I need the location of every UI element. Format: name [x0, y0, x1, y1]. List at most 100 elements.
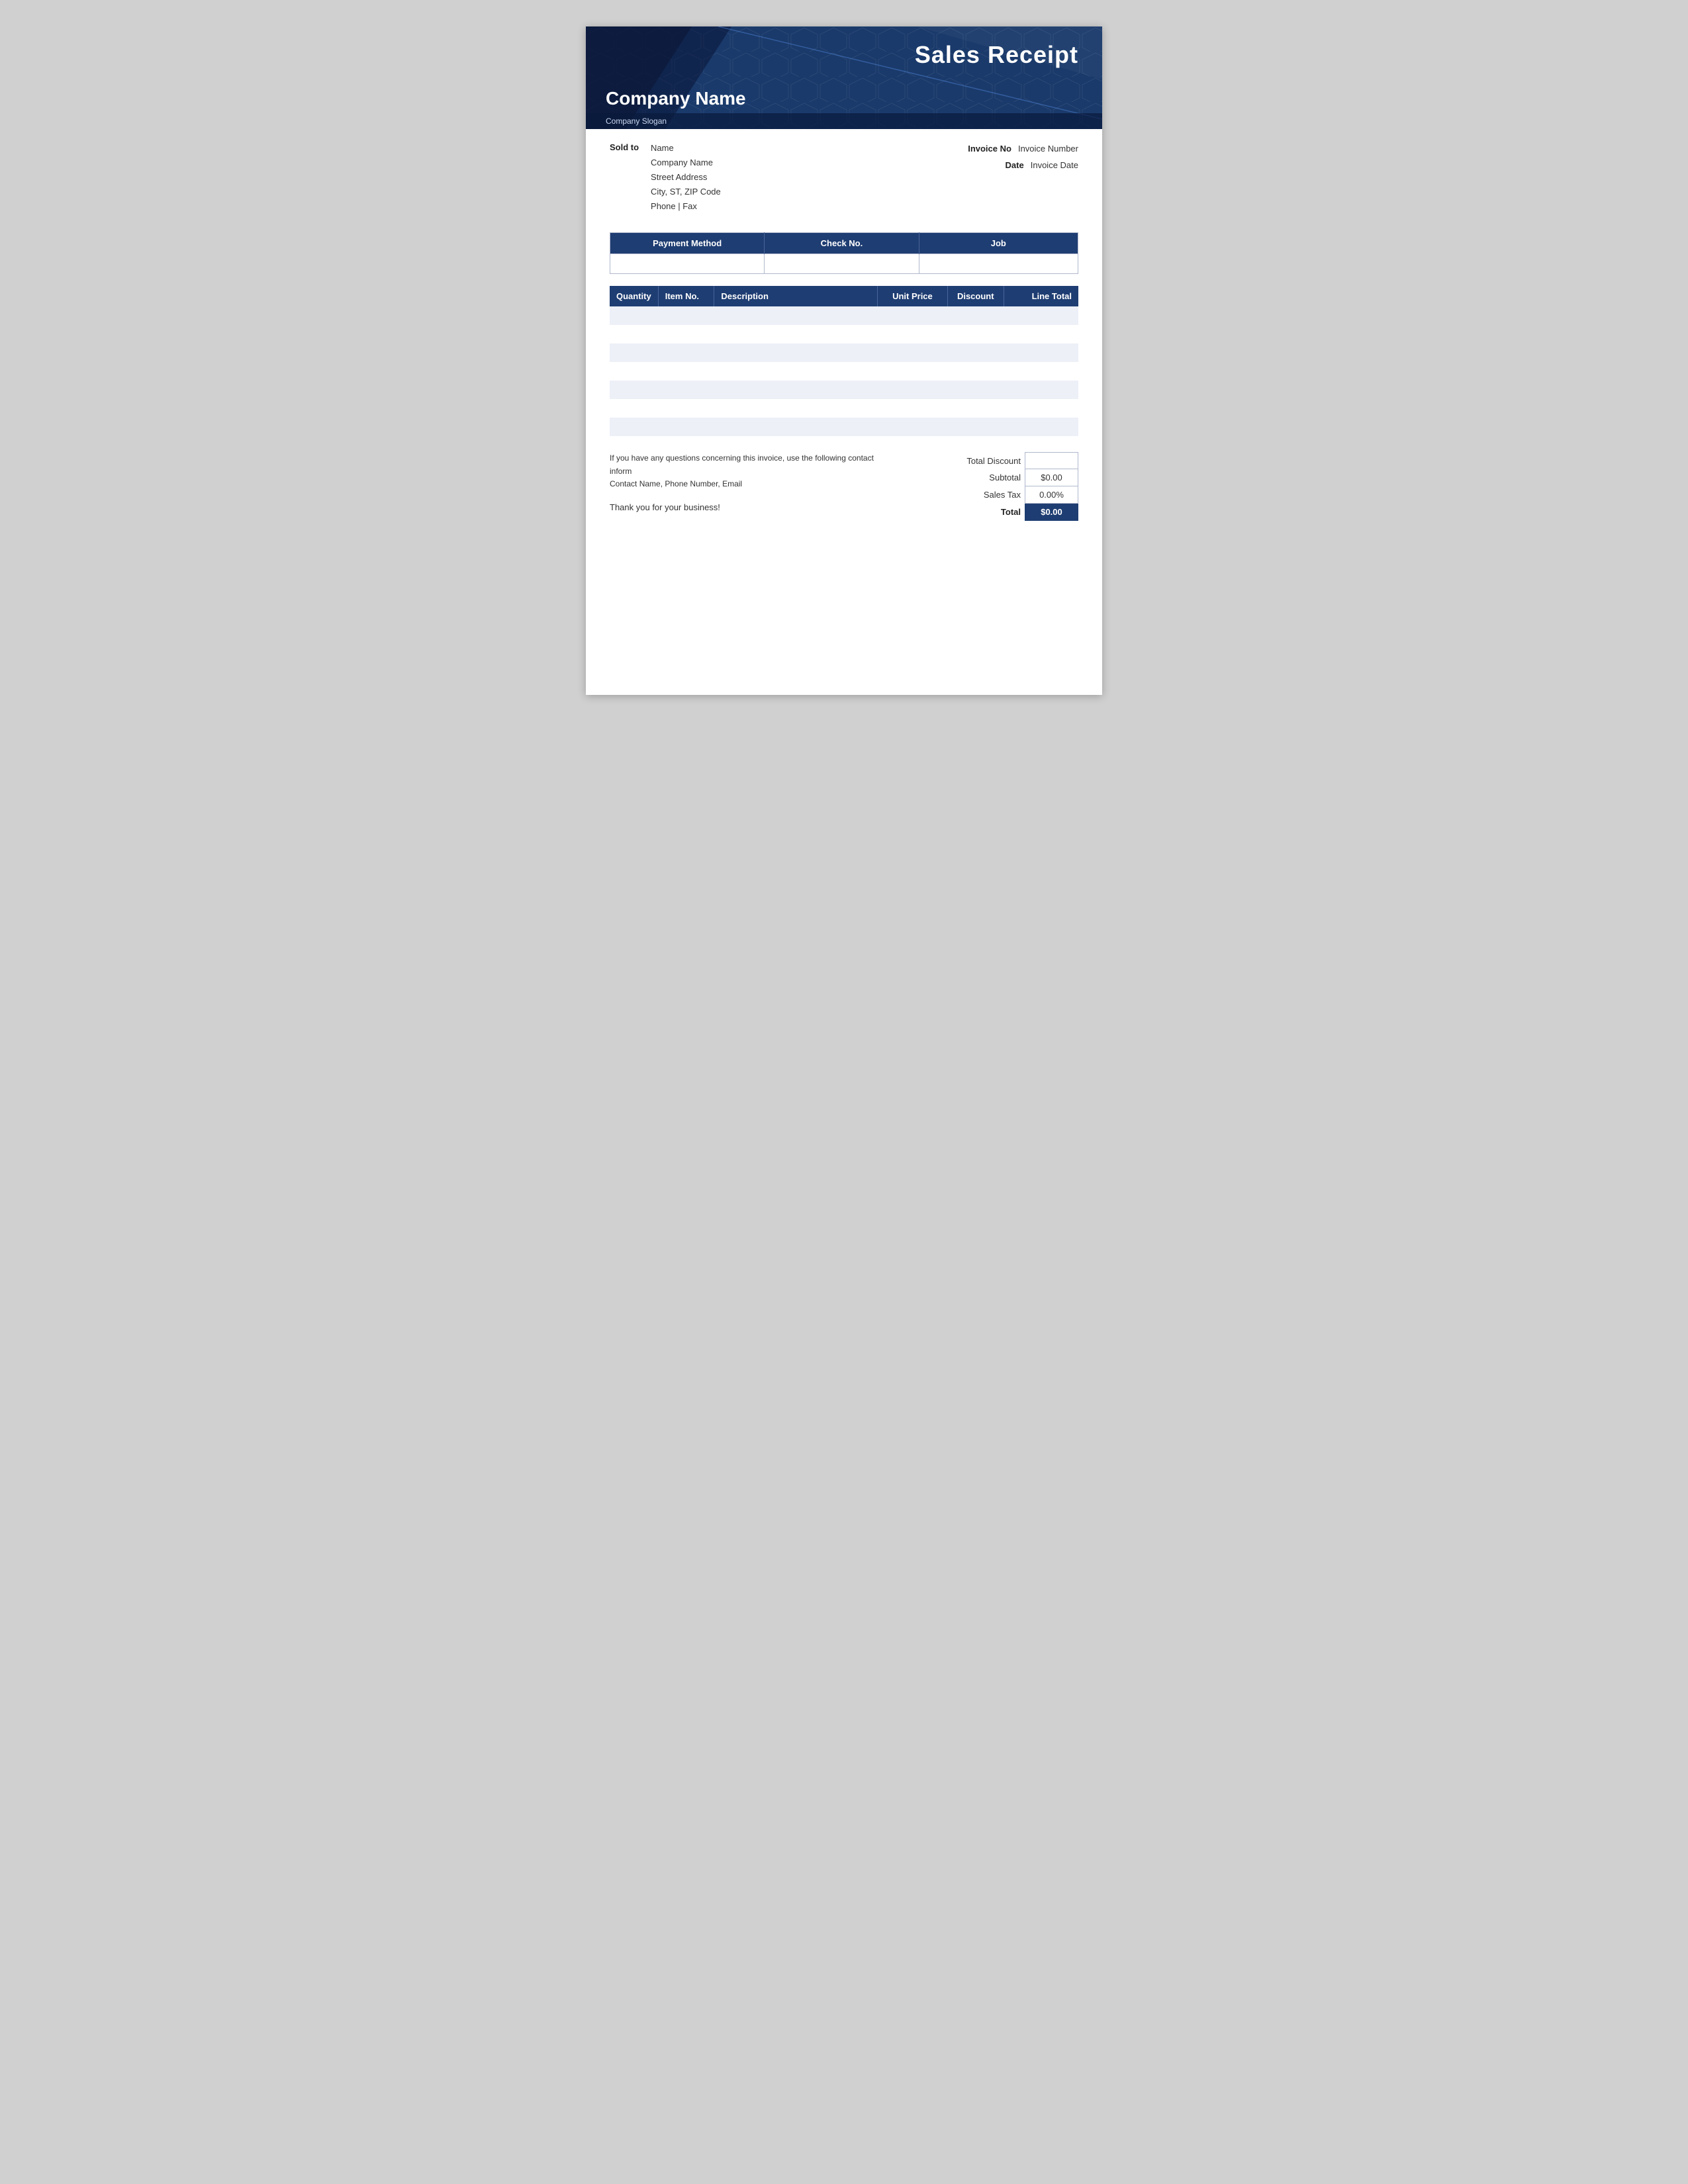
item-cell-5-2: [714, 399, 878, 418]
linetotal-header: Line Total: [1004, 286, 1078, 306]
item-cell-3-5: [1004, 362, 1078, 381]
tax-label: Sales Tax: [960, 486, 1025, 504]
item-cell-4-3: [878, 381, 948, 399]
contact-street: Street Address: [651, 170, 721, 185]
item-row-0: [610, 306, 1078, 325]
totals-table: Total Discount Subtotal $0.00 Sales Tax …: [960, 452, 1078, 521]
check-no-header: Check No.: [765, 233, 919, 254]
invoice-date-row: Date Invoice Date: [968, 158, 1078, 174]
item-cell-2-5: [1004, 343, 1078, 362]
info-section: Sold to Name Company Name Street Address…: [586, 129, 1102, 220]
subtotal-value: $0.00: [1025, 469, 1078, 486]
item-cell-3-4: [947, 362, 1004, 381]
item-cell-4-5: [1004, 381, 1078, 399]
receipt-title: Sales Receipt: [915, 41, 1078, 69]
item-cell-2-3: [878, 343, 948, 362]
item-cell-1-2: [714, 325, 878, 343]
item-cell-6-4: [947, 418, 1004, 436]
item-cell-1-3: [878, 325, 948, 343]
item-cell-2-1: [658, 343, 714, 362]
invoice-info-block: Invoice No Invoice Number Date Invoice D…: [968, 141, 1078, 214]
payment-method-header: Payment Method: [610, 233, 765, 254]
discount-header: Discount: [947, 286, 1004, 306]
item-cell-5-0: [610, 399, 658, 418]
item-cell-5-3: [878, 399, 948, 418]
item-cell-6-3: [878, 418, 948, 436]
item-cell-0-5: [1004, 306, 1078, 325]
item-row-2: [610, 343, 1078, 362]
subtotal-row: Subtotal $0.00: [960, 469, 1078, 486]
items-table: Quantity Item No. Description Unit Price…: [610, 286, 1078, 436]
footer-contact: Contact Name, Phone Number, Email: [610, 479, 742, 488]
total-discount-label: Total Discount: [960, 453, 1025, 469]
item-cell-4-1: [658, 381, 714, 399]
itemno-header: Item No.: [658, 286, 714, 306]
sold-to-label: Sold to: [610, 141, 639, 214]
total-discount-row: Total Discount: [960, 453, 1078, 469]
subtotal-label: Subtotal: [960, 469, 1025, 486]
payment-table: Payment Method Check No. Job: [610, 232, 1078, 274]
footer-section: If you have any questions concerning thi…: [610, 452, 1078, 521]
item-row-4: [610, 381, 1078, 399]
item-cell-3-3: [878, 362, 948, 381]
footer-thankyou: Thank you for your business!: [610, 502, 894, 512]
item-row-6: [610, 418, 1078, 436]
job-cell: [919, 254, 1078, 274]
company-slogan: Company Slogan: [606, 116, 667, 126]
item-cell-5-5: [1004, 399, 1078, 418]
invoice-number-row: Invoice No Invoice Number: [968, 141, 1078, 158]
item-cell-1-0: [610, 325, 658, 343]
item-cell-0-1: [658, 306, 714, 325]
item-cell-6-2: [714, 418, 878, 436]
item-cell-6-1: [658, 418, 714, 436]
desc-header: Description: [714, 286, 878, 306]
sales-receipt-page: Sales Receipt Company Name Company Sloga…: [586, 26, 1102, 695]
payment-row: [610, 254, 1078, 274]
item-cell-3-0: [610, 362, 658, 381]
item-cell-3-2: [714, 362, 878, 381]
item-cell-4-4: [947, 381, 1004, 399]
grand-total-row: Total $0.00: [960, 504, 1078, 521]
item-cell-4-2: [714, 381, 878, 399]
item-cell-6-0: [610, 418, 658, 436]
contact-name: Name: [651, 141, 721, 156]
grand-total-value: $0.00: [1025, 504, 1078, 521]
total-discount-value: [1025, 453, 1078, 469]
contact-city: City, ST, ZIP Code: [651, 185, 721, 199]
invoice-date-value: Invoice Date: [1031, 158, 1078, 174]
tax-value: 0.00%: [1025, 486, 1078, 504]
job-header: Job: [919, 233, 1078, 254]
item-cell-5-4: [947, 399, 1004, 418]
item-cell-6-5: [1004, 418, 1078, 436]
header-banner: Sales Receipt Company Name Company Sloga…: [586, 26, 1102, 129]
item-cell-0-0: [610, 306, 658, 325]
contact-company: Company Name: [651, 156, 721, 170]
item-cell-5-1: [658, 399, 714, 418]
item-cell-2-4: [947, 343, 1004, 362]
footer-note: If you have any questions concerning thi…: [610, 452, 894, 490]
invoice-date-label: Date: [1006, 158, 1024, 174]
company-name-header: Company Name: [606, 88, 746, 109]
tax-row: Sales Tax 0.00%: [960, 486, 1078, 504]
item-row-3: [610, 362, 1078, 381]
item-row-1: [610, 325, 1078, 343]
item-cell-2-0: [610, 343, 658, 362]
footer-note-text: If you have any questions concerning thi…: [610, 453, 874, 475]
unitprice-header: Unit Price: [878, 286, 948, 306]
invoice-no-label: Invoice No: [968, 141, 1011, 158]
grand-total-label: Total: [960, 504, 1025, 521]
item-cell-3-1: [658, 362, 714, 381]
payment-method-cell: [610, 254, 765, 274]
item-cell-4-0: [610, 381, 658, 399]
item-cell-2-2: [714, 343, 878, 362]
slogan-bar: Company Slogan: [586, 113, 1102, 129]
item-cell-1-4: [947, 325, 1004, 343]
sold-to-block: Sold to Name Company Name Street Address…: [610, 141, 721, 214]
check-no-cell: [765, 254, 919, 274]
footer-left: If you have any questions concerning thi…: [610, 452, 894, 512]
invoice-no-value: Invoice Number: [1018, 141, 1078, 158]
item-cell-1-5: [1004, 325, 1078, 343]
item-cell-0-4: [947, 306, 1004, 325]
sold-to-details: Name Company Name Street Address City, S…: [651, 141, 721, 214]
item-cell-0-3: [878, 306, 948, 325]
